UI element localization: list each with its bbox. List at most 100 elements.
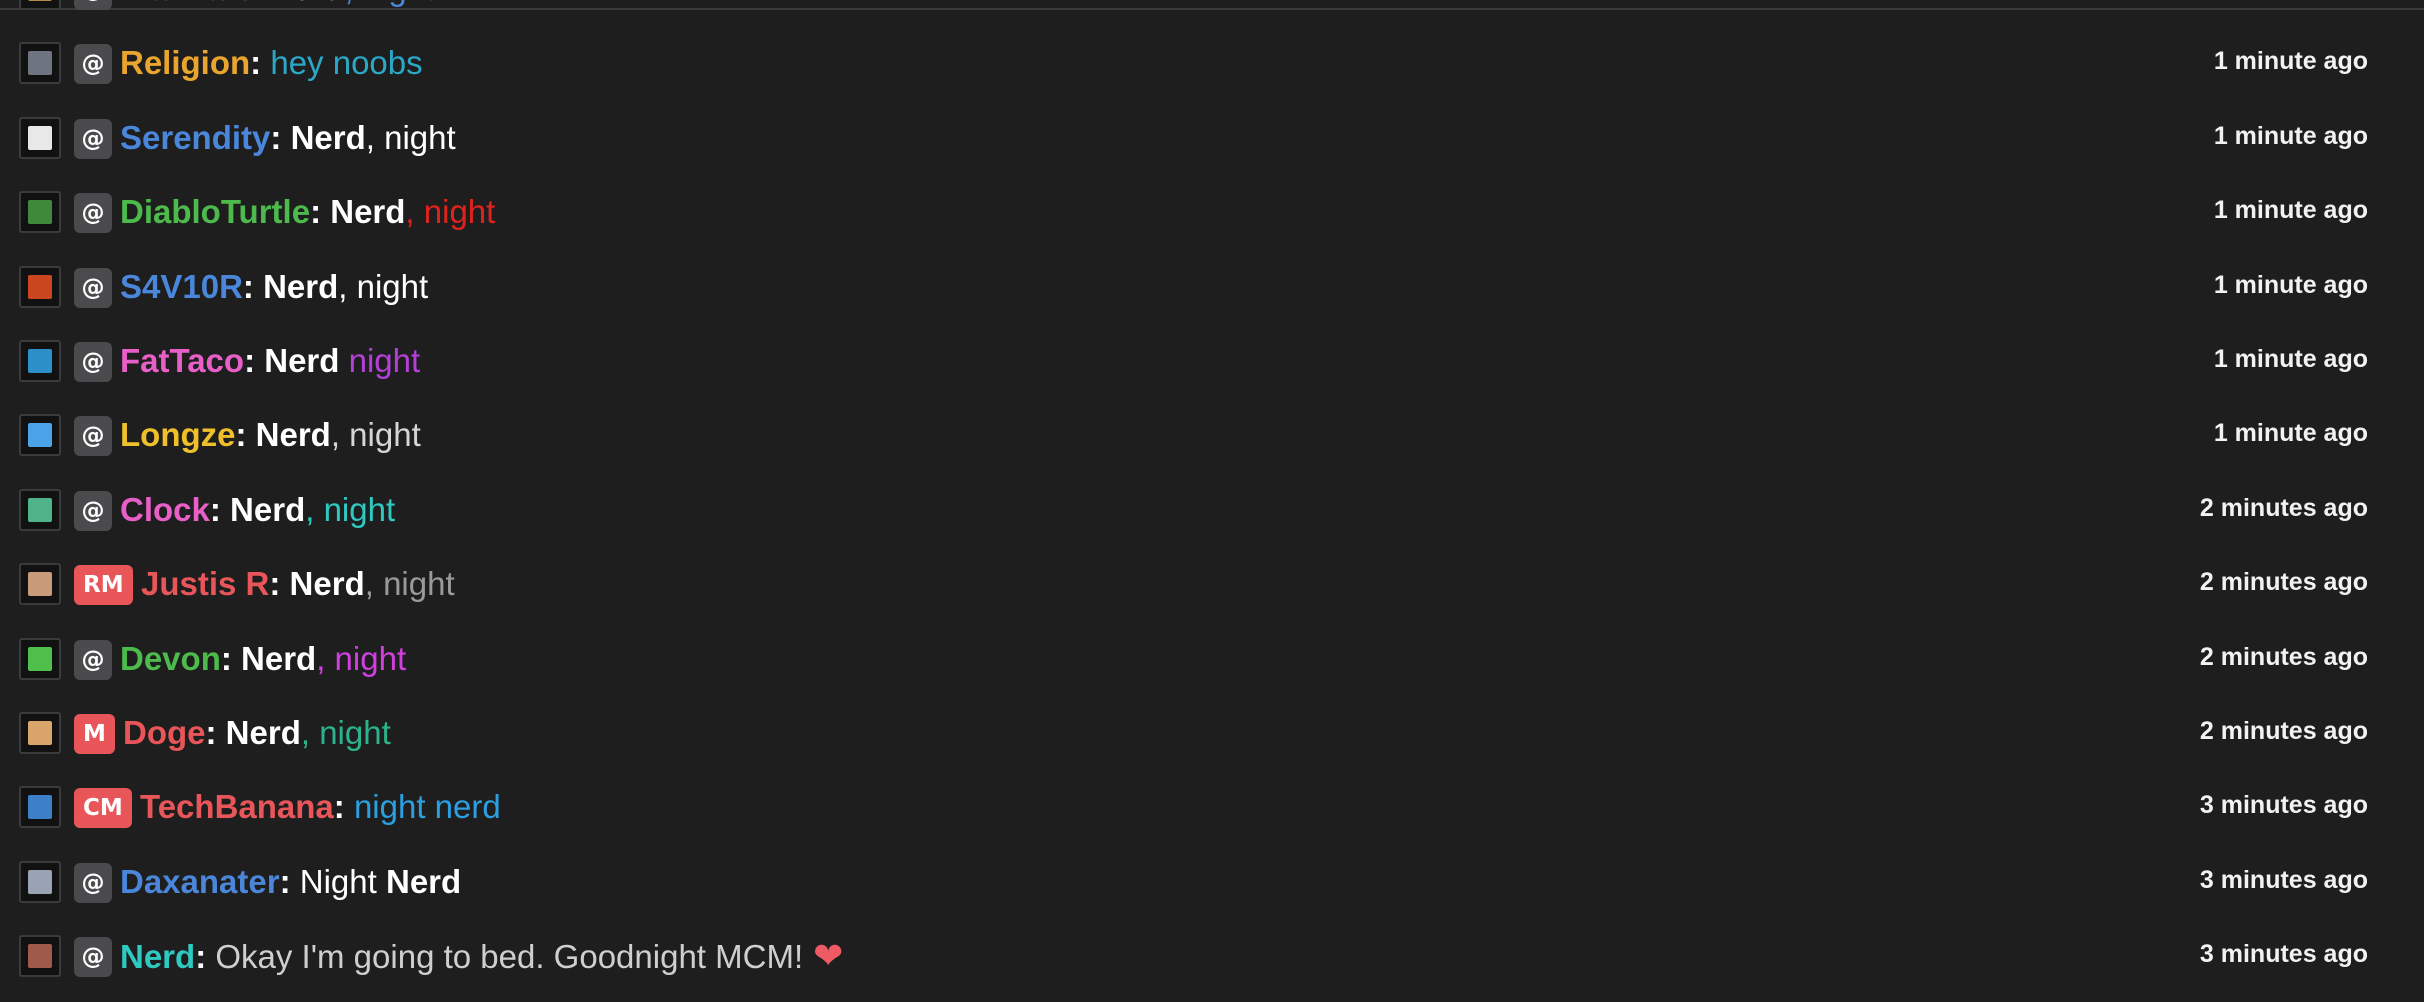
fattaco-avatar[interactable]: [19, 339, 61, 382]
avatar-image: [28, 0, 52, 1]
timestamp: 1 minute ago: [2214, 0, 2368, 2]
mention-badge[interactable]: @: [74, 118, 112, 159]
message-text: Devon: Nerd, night: [120, 638, 406, 680]
username-separator: :: [220, 639, 242, 677]
walmart-avatar[interactable]: [19, 0, 61, 10]
s4v10r-avatar[interactable]: [19, 265, 61, 308]
serendity-avatar[interactable]: [19, 116, 61, 159]
mention-badge[interactable]: @: [74, 862, 112, 903]
username[interactable]: Longze: [120, 416, 235, 453]
message-fragment: night: [339, 341, 421, 379]
chat-message: @ Religion: hey noobs 1 minute ago: [0, 19, 2424, 93]
justis-avatar[interactable]: [19, 563, 61, 606]
chat-message: @ Devon: Nerd, night 2 minutes ago: [0, 615, 2424, 689]
longze-avatar[interactable]: [19, 414, 61, 457]
avatar-image: [28, 720, 52, 745]
message-text: Nerd: Okay I'm going to bed. Goodnight M…: [120, 935, 843, 978]
avatar-image: [28, 423, 52, 448]
message-fragment: Nerd: [264, 341, 340, 379]
chat-message: @ S4V10R: Nerd, night 1 minute ago: [0, 243, 2424, 317]
mention-badge[interactable]: @: [74, 639, 112, 680]
avatar-image: [28, 125, 52, 150]
username[interactable]: Religion: [120, 44, 250, 81]
mention-badge[interactable]: @: [74, 0, 112, 10]
message-text: S4V10R: Nerd, night: [120, 266, 428, 308]
username-separator: :: [209, 490, 231, 528]
avatar-image: [28, 646, 52, 671]
chat-message: RM Justis R: Nerd, night 2 minutes ago: [0, 540, 2424, 614]
mention-badge[interactable]: @: [74, 193, 112, 234]
avatar-image: [28, 51, 52, 76]
chat-message: CM TechBanana: night nerd 3 minutes ago: [0, 763, 2424, 837]
username-separator: :: [205, 713, 226, 751]
chat-message: @ Longze: Nerd, night 1 minute ago: [0, 391, 2424, 465]
timestamp: 2 minutes ago: [2199, 716, 2368, 745]
avatar-image: [28, 200, 52, 225]
username[interactable]: Daxanater: [120, 863, 280, 900]
username[interactable]: Doge: [123, 714, 206, 751]
message-fragment: Nerd: [241, 639, 317, 677]
message-fragment: Nerd: [255, 416, 331, 454]
message-fragment: Nerd: [225, 713, 301, 751]
nerd-avatar[interactable]: [19, 935, 61, 978]
username[interactable]: DiabloTurtle: [120, 193, 310, 230]
message-fragment: Nerd: [230, 490, 306, 528]
devon-avatar[interactable]: [19, 637, 61, 680]
username[interactable]: Clock: [120, 491, 210, 528]
role-badge[interactable]: RM: [74, 565, 133, 606]
username[interactable]: Walmart: [120, 0, 249, 7]
message-fragment: , night: [300, 713, 391, 751]
techbanana-avatar[interactable]: [19, 786, 61, 829]
username[interactable]: S4V10R: [120, 268, 243, 305]
message-fragment: , night: [330, 416, 421, 454]
timestamp: 1 minute ago: [2213, 196, 2368, 225]
username[interactable]: FatTaco: [120, 342, 244, 379]
message-fragment: Nerd: [385, 862, 462, 900]
mention-badge[interactable]: @: [74, 341, 112, 382]
avatar-image: [28, 348, 52, 373]
daxanater-avatar[interactable]: [19, 860, 61, 903]
message-text: Longze: Nerd, night: [120, 414, 421, 456]
mention-badge[interactable]: @: [74, 44, 112, 85]
mention-badge[interactable]: @: [74, 267, 112, 308]
message-text: Justis R: Nerd, night: [141, 563, 455, 605]
avatar-image: [28, 869, 52, 894]
message-text: Walmart: Nerd, night: [120, 0, 434, 10]
religion-avatar[interactable]: [19, 42, 61, 85]
message-text: Serendity: Nerd, night: [120, 117, 456, 159]
timestamp: 3 minutes ago: [2199, 791, 2368, 820]
message-fragment: hey noobs: [270, 44, 423, 82]
username[interactable]: Devon: [120, 640, 221, 677]
username[interactable]: Serendity: [120, 119, 270, 156]
mention-badge[interactable]: @: [74, 937, 112, 978]
username-separator: :: [270, 118, 291, 156]
message-fragment: , night: [338, 267, 429, 305]
username-separator: :: [195, 938, 216, 976]
username-separator: :: [310, 193, 331, 231]
role-badge[interactable]: CM: [74, 788, 132, 829]
username[interactable]: Justis R: [141, 565, 269, 602]
role-badge[interactable]: M: [74, 713, 115, 754]
mention-badge[interactable]: @: [74, 490, 112, 531]
timestamp: 1 minute ago: [2213, 47, 2368, 76]
username[interactable]: Nerd: [120, 938, 195, 975]
avatar-image: [28, 944, 52, 969]
clock-avatar[interactable]: [19, 488, 61, 531]
username-separator: :: [242, 267, 264, 305]
mention-badge[interactable]: @: [74, 416, 112, 457]
message-text: DiabloTurtle: Nerd, night: [120, 191, 495, 233]
message-text: FatTaco: Nerd night: [120, 340, 420, 382]
username-separator: :: [279, 862, 300, 900]
chat-message: @ Clock: Nerd, night 2 minutes ago: [0, 466, 2424, 540]
avatar-image: [28, 274, 52, 299]
timestamp: 2 minutes ago: [2199, 568, 2368, 597]
diabloturtle-avatar[interactable]: [19, 191, 61, 234]
chat-message: @ Daxanater: Night Nerd 3 minutes ago: [0, 838, 2424, 912]
doge-avatar[interactable]: [19, 711, 61, 754]
message-fragment: , night: [364, 565, 455, 603]
chat-message: M Doge: Nerd, night 2 minutes ago: [0, 689, 2424, 763]
message-fragment: , night: [405, 193, 496, 231]
message-fragment: Nerd: [289, 565, 365, 603]
username[interactable]: TechBanana: [140, 788, 334, 825]
chat-log[interactable]: @Walmart: Nerd, night1 minute ago@Religi…: [0, 0, 2424, 986]
